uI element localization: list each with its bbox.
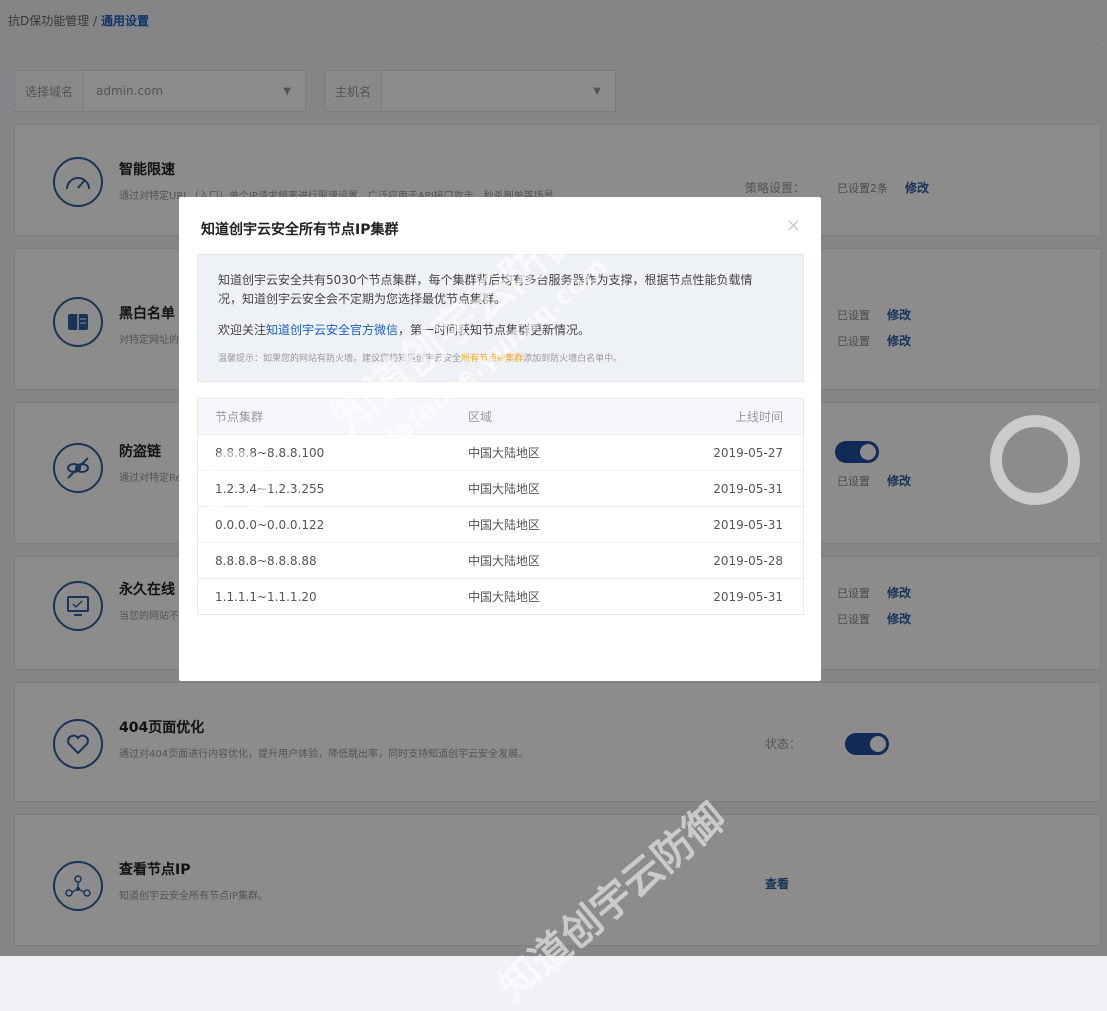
tip-text: 温馨提示：如果您的网站有防火墙，建议您将知道创宇云安全所有节点IP集群添加到防火…: [218, 351, 622, 364]
cell-time: 2019-05-31: [713, 481, 783, 496]
header-cluster: 节点集群: [215, 410, 264, 424]
close-icon[interactable]: ×: [786, 215, 801, 236]
cell-time: 2019-05-27: [713, 445, 783, 460]
table-row: 1.1.1.1~1.1.1.20 中国大陆地区 2019-05-31: [198, 579, 803, 614]
cell-cluster: 8.8.8.8~8.8.8.88: [215, 553, 317, 568]
cell-cluster: 0.0.0.0~0.0.0.122: [215, 517, 325, 532]
cell-region: 中国大陆地区: [468, 590, 541, 604]
tip-prefix: 温馨提示：如果您的网站有防火墙，建议您将知道创宇云安全: [218, 354, 462, 364]
cell-region: 中国大陆地区: [468, 446, 541, 460]
info-follow: 欢迎关注知道创宇云安全官方微信，第一时间获知节点集群更新情况。: [218, 321, 590, 338]
header-online-time: 上线时间: [734, 410, 783, 424]
info-text: 知道创宇云安全共有5030个节点集群，每个集群背后均有多台服务器作为支撑，根据节…: [218, 273, 753, 306]
table-row: 0.0.0.0~0.0.0.122 中国大陆地区 2019-05-31: [198, 507, 803, 543]
cell-time: 2019-05-31: [713, 517, 783, 532]
cell-cluster: 8.8.8.8~8.8.8.100: [215, 445, 325, 460]
info-box: 知道创宇云安全共有5030个节点集群，每个集群背后均有多台服务器作为支撑，根据节…: [197, 254, 804, 382]
cell-time: 2019-05-31: [713, 589, 783, 604]
cell-region: 中国大陆地区: [468, 518, 541, 532]
header-region: 区域: [468, 410, 493, 424]
info-follow-suffix: ，第一时间获知节点集群更新情况。: [398, 323, 591, 337]
modal-title: 知道创宇云安全所有节点IP集群: [201, 222, 399, 238]
cell-region: 中国大陆地区: [468, 554, 541, 568]
tip-highlight: 所有节点IP集群: [461, 354, 524, 364]
wechat-link[interactable]: 知道创宇云安全官方微信: [266, 323, 398, 337]
node-ip-modal: 知道创宇云安全所有节点IP集群 × 知道创宇云安全共有5030个节点集群，每个集…: [179, 197, 821, 681]
cell-cluster: 1.2.3.4~1.2.3.255: [215, 481, 325, 496]
cell-time: 2019-05-28: [713, 553, 783, 568]
table-row: 8.8.8.8~8.8.8.100 中国大陆地区 2019-05-27: [198, 435, 803, 471]
table-row: 8.8.8.8~8.8.8.88 中国大陆地区 2019-05-28: [198, 543, 803, 579]
tip-suffix: 添加到防火墙白名单中。: [523, 354, 623, 364]
cell-cluster: 1.1.1.1~1.1.1.20: [215, 589, 317, 604]
node-table: 节点集群 区域 上线时间 8.8.8.8~8.8.8.100 中国大陆地区 20…: [197, 398, 804, 615]
table-row: 1.2.3.4~1.2.3.255 中国大陆地区 2019-05-31: [198, 471, 803, 507]
info-follow-prefix: 欢迎关注: [218, 323, 267, 337]
cell-region: 中国大陆地区: [468, 482, 541, 496]
table-header: 节点集群 区域 上线时间: [198, 399, 803, 435]
